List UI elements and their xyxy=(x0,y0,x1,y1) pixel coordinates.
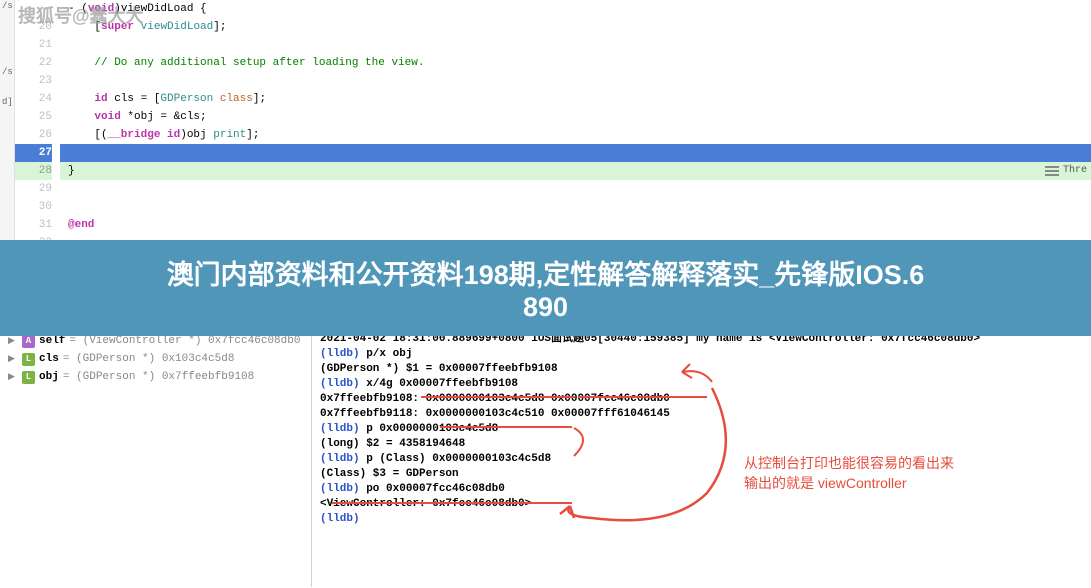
annotation-line-1: 从控制台打印也能很容易的看出来 xyxy=(744,453,954,473)
console-line: (lldb) po 0x00007fcc46c08db0 xyxy=(320,482,1083,497)
console-line: (lldb) xyxy=(320,512,1083,527)
line-number[interactable]: 22 xyxy=(15,54,52,72)
lldb-prompt: (lldb) xyxy=(320,483,360,495)
code-line[interactable]: [super viewDidLoad]; xyxy=(60,18,1091,36)
variable-row[interactable]: ▶ Lcls = (GDPerson *) 0x103c4c5d8 xyxy=(8,350,303,368)
code-line[interactable]: } xyxy=(60,162,1091,180)
overlay-banner: 澳门内部资料和公开资料198期,定性解答解释落实_先锋版IOS.6 890 xyxy=(0,240,1091,336)
code-line[interactable]: // Do any additional setup after loading… xyxy=(60,54,1091,72)
lldb-prompt: (lldb) xyxy=(320,378,360,390)
lldb-command: p 0x0000000103c4c5d8 xyxy=(360,423,499,435)
console-line: (lldb) p/x obj xyxy=(320,347,1083,362)
annotation-line-2: 输出的就是 viewController xyxy=(744,473,954,493)
console-line: (Class) $3 = GDPerson xyxy=(320,467,1083,482)
variables-panel[interactable]: ▶ Aself = (ViewController *) 0x7fcc46c08db… xyxy=(0,328,312,587)
variable-row[interactable]: ▶ Lobj = (GDPerson *) 0x7ffeebfb9108 xyxy=(8,368,303,386)
variable-value: = (GDPerson *) 0x103c4c5d8 xyxy=(63,353,235,365)
console-line: (lldb) x/4g 0x00007ffeebfb9108 xyxy=(320,377,1083,392)
variable-value: = (GDPerson *) 0x7ffeebfb9108 xyxy=(63,371,254,383)
code-line[interactable]: - (void)viewDidLoad { xyxy=(60,0,1091,18)
gutter-marker: /s xyxy=(0,0,14,12)
lldb-prompt: (lldb) xyxy=(320,348,360,360)
line-number[interactable]: 29 xyxy=(15,180,52,198)
console-panel[interactable]: 2021-04-02 18:31:00.889699+0800 iOS面试题05… xyxy=(312,328,1091,587)
gutter-marker: /s xyxy=(0,66,14,78)
variable-type-icon: L xyxy=(22,371,35,384)
line-number[interactable]: 30 xyxy=(15,198,52,216)
disclosure-triangle-icon[interactable]: ▶ xyxy=(8,354,18,364)
code-line[interactable] xyxy=(60,144,1091,162)
lldb-command: po 0x00007fcc46c08db0 xyxy=(360,483,505,495)
code-line[interactable] xyxy=(60,198,1091,216)
line-number[interactable]: 24 xyxy=(15,90,52,108)
variable-name: obj xyxy=(39,371,59,383)
disclosure-triangle-icon[interactable]: ▶ xyxy=(8,372,18,382)
console-line: (lldb) p 0x0000000103c4c5d8 xyxy=(320,422,1083,437)
banner-text-1: 澳门内部资料和公开资料198期,定性解答解释落实_先锋版IOS.6 xyxy=(167,253,925,292)
code-line[interactable]: id cls = [GDPerson class]; xyxy=(60,90,1091,108)
variable-type-icon: L xyxy=(22,353,35,366)
lldb-prompt: (lldb) xyxy=(320,423,360,435)
console-line: (GDPerson *) $1 = 0x00007ffeebfb9108 xyxy=(320,362,1083,377)
lldb-command: p/x obj xyxy=(360,348,413,360)
code-line[interactable] xyxy=(60,36,1091,54)
line-number[interactable]: 23 xyxy=(15,72,52,90)
annotation-text: 从控制台打印也能很容易的看出来 输出的就是 viewController xyxy=(744,453,954,493)
lldb-prompt: (lldb) xyxy=(320,513,360,525)
console-line: (long) $2 = 4358194648 xyxy=(320,437,1083,452)
line-number[interactable]: 27 xyxy=(15,144,52,162)
variable-value: = (ViewController *) 0x7fcc46c08db0 xyxy=(69,335,300,347)
console-line: 0x7ffeebfb9108: 0x0000000103c4c5d8 0x000… xyxy=(320,392,1083,407)
line-number[interactable]: 25 xyxy=(15,108,52,126)
watermark: 搜狐号@蠢大大 xyxy=(18,2,144,28)
lldb-prompt: (lldb) xyxy=(320,453,360,465)
lldb-command: p (Class) 0x0000000103c4c5d8 xyxy=(360,453,551,465)
variable-name: cls xyxy=(39,353,59,365)
code-line[interactable]: void *obj = &cls; xyxy=(60,108,1091,126)
line-status-green: Thre xyxy=(1041,162,1091,180)
console-line: 0x7ffeebfb9118: 0x0000000103c4c510 0x000… xyxy=(320,407,1083,422)
variable-name: self xyxy=(39,335,65,347)
line-number[interactable]: 26 xyxy=(15,126,52,144)
console-line: <ViewController: 0x7fcc46c08db0> xyxy=(320,497,1083,512)
lldb-command: x/4g 0x00007ffeebfb9108 xyxy=(360,378,518,390)
code-line[interactable] xyxy=(60,72,1091,90)
menu-icon xyxy=(1045,166,1059,176)
gutter-marker: d] xyxy=(0,96,14,108)
console-line: (lldb) p (Class) 0x0000000103c4c5d8 xyxy=(320,452,1083,467)
disclosure-triangle-icon[interactable]: ▶ xyxy=(8,336,18,346)
code-line[interactable]: @end xyxy=(60,216,1091,234)
banner-text-2: 890 xyxy=(523,292,568,323)
line-number[interactable]: 28 xyxy=(15,162,52,180)
thread-label: Thre xyxy=(1063,162,1087,180)
variable-type-icon: A xyxy=(22,335,35,348)
line-number[interactable]: 31 xyxy=(15,216,52,234)
line-number[interactable]: 21 xyxy=(15,36,52,54)
code-line[interactable] xyxy=(60,180,1091,198)
code-line[interactable]: [(__bridge id)obj print]; xyxy=(60,126,1091,144)
debug-area: ▶ Aself = (ViewController *) 0x7fcc46c08db… xyxy=(0,328,1091,587)
